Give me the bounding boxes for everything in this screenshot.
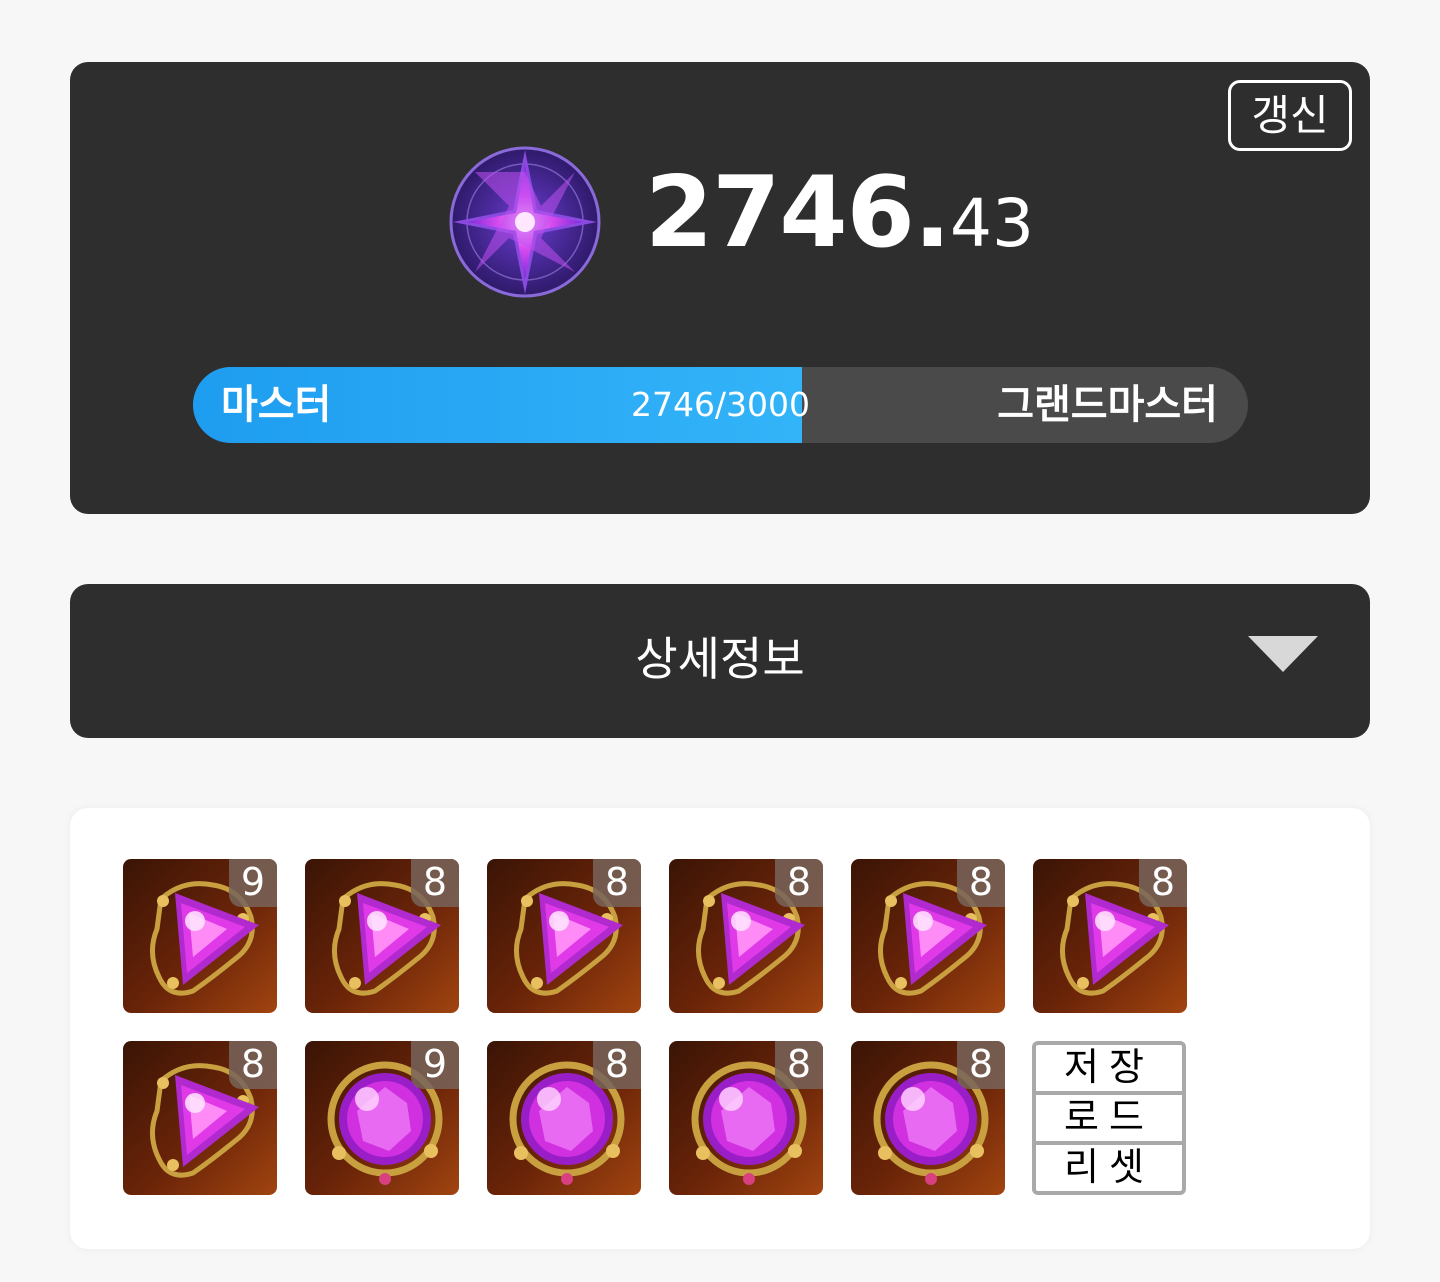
gem-tile[interactable]: 8 xyxy=(487,1041,641,1195)
grandmaster-star-emblem-icon xyxy=(449,146,601,298)
gem-level-badge: 8 xyxy=(1139,859,1187,907)
gem-tile[interactable]: 9 xyxy=(305,1041,459,1195)
gem-level-badge: 8 xyxy=(593,1041,641,1089)
gem-tile[interactable]: 8 xyxy=(851,859,1005,1013)
gem-level-badge: 9 xyxy=(229,859,277,907)
triangle-down-icon xyxy=(1248,636,1318,672)
refresh-button[interactable]: 갱신 xyxy=(1228,80,1352,151)
gem-level-badge: 9 xyxy=(411,1041,459,1089)
gem-level-badge: 8 xyxy=(957,859,1005,907)
gem-level-badge: 8 xyxy=(411,859,459,907)
gem-level-badge: 8 xyxy=(775,859,823,907)
gems-card: 9 8 8 8 8 8 8 9 8 8 8 저장 로드 리셋 xyxy=(70,808,1370,1249)
details-toggle[interactable]: 상세정보 xyxy=(70,584,1370,738)
gem-tile[interactable]: 9 xyxy=(123,859,277,1013)
gem-level-badge: 8 xyxy=(775,1041,823,1089)
load-button[interactable]: 로드 xyxy=(1036,1095,1182,1141)
gem-tile[interactable]: 8 xyxy=(123,1041,277,1195)
details-label: 상세정보 xyxy=(635,632,805,686)
preset-actions: 저장 로드 리셋 xyxy=(1032,1041,1186,1195)
rating-card: 갱신 2746.43 마스터 2746/3000 그랜드마스터 xyxy=(70,62,1370,514)
gem-tile[interactable]: 8 xyxy=(487,859,641,1013)
next-rank-label: 그랜드마스터 xyxy=(997,382,1218,428)
rating-score: 2746.43 xyxy=(645,156,1034,270)
rating-score-integer: 2746. xyxy=(645,156,951,270)
gem-tile[interactable]: 8 xyxy=(305,859,459,1013)
save-button[interactable]: 저장 xyxy=(1036,1045,1182,1091)
gem-level-badge: 8 xyxy=(957,1041,1005,1089)
gem-tile[interactable]: 8 xyxy=(1033,859,1187,1013)
reset-button[interactable]: 리셋 xyxy=(1036,1145,1182,1191)
gem-tile[interactable]: 8 xyxy=(851,1041,1005,1195)
rank-progress-bar: 마스터 2746/3000 그랜드마스터 xyxy=(193,367,1248,443)
gem-level-badge: 8 xyxy=(593,859,641,907)
gem-tile[interactable]: 8 xyxy=(669,859,823,1013)
gem-tile[interactable]: 8 xyxy=(669,1041,823,1195)
rating-score-decimal: 43 xyxy=(949,185,1034,262)
gem-level-badge: 8 xyxy=(229,1041,277,1089)
